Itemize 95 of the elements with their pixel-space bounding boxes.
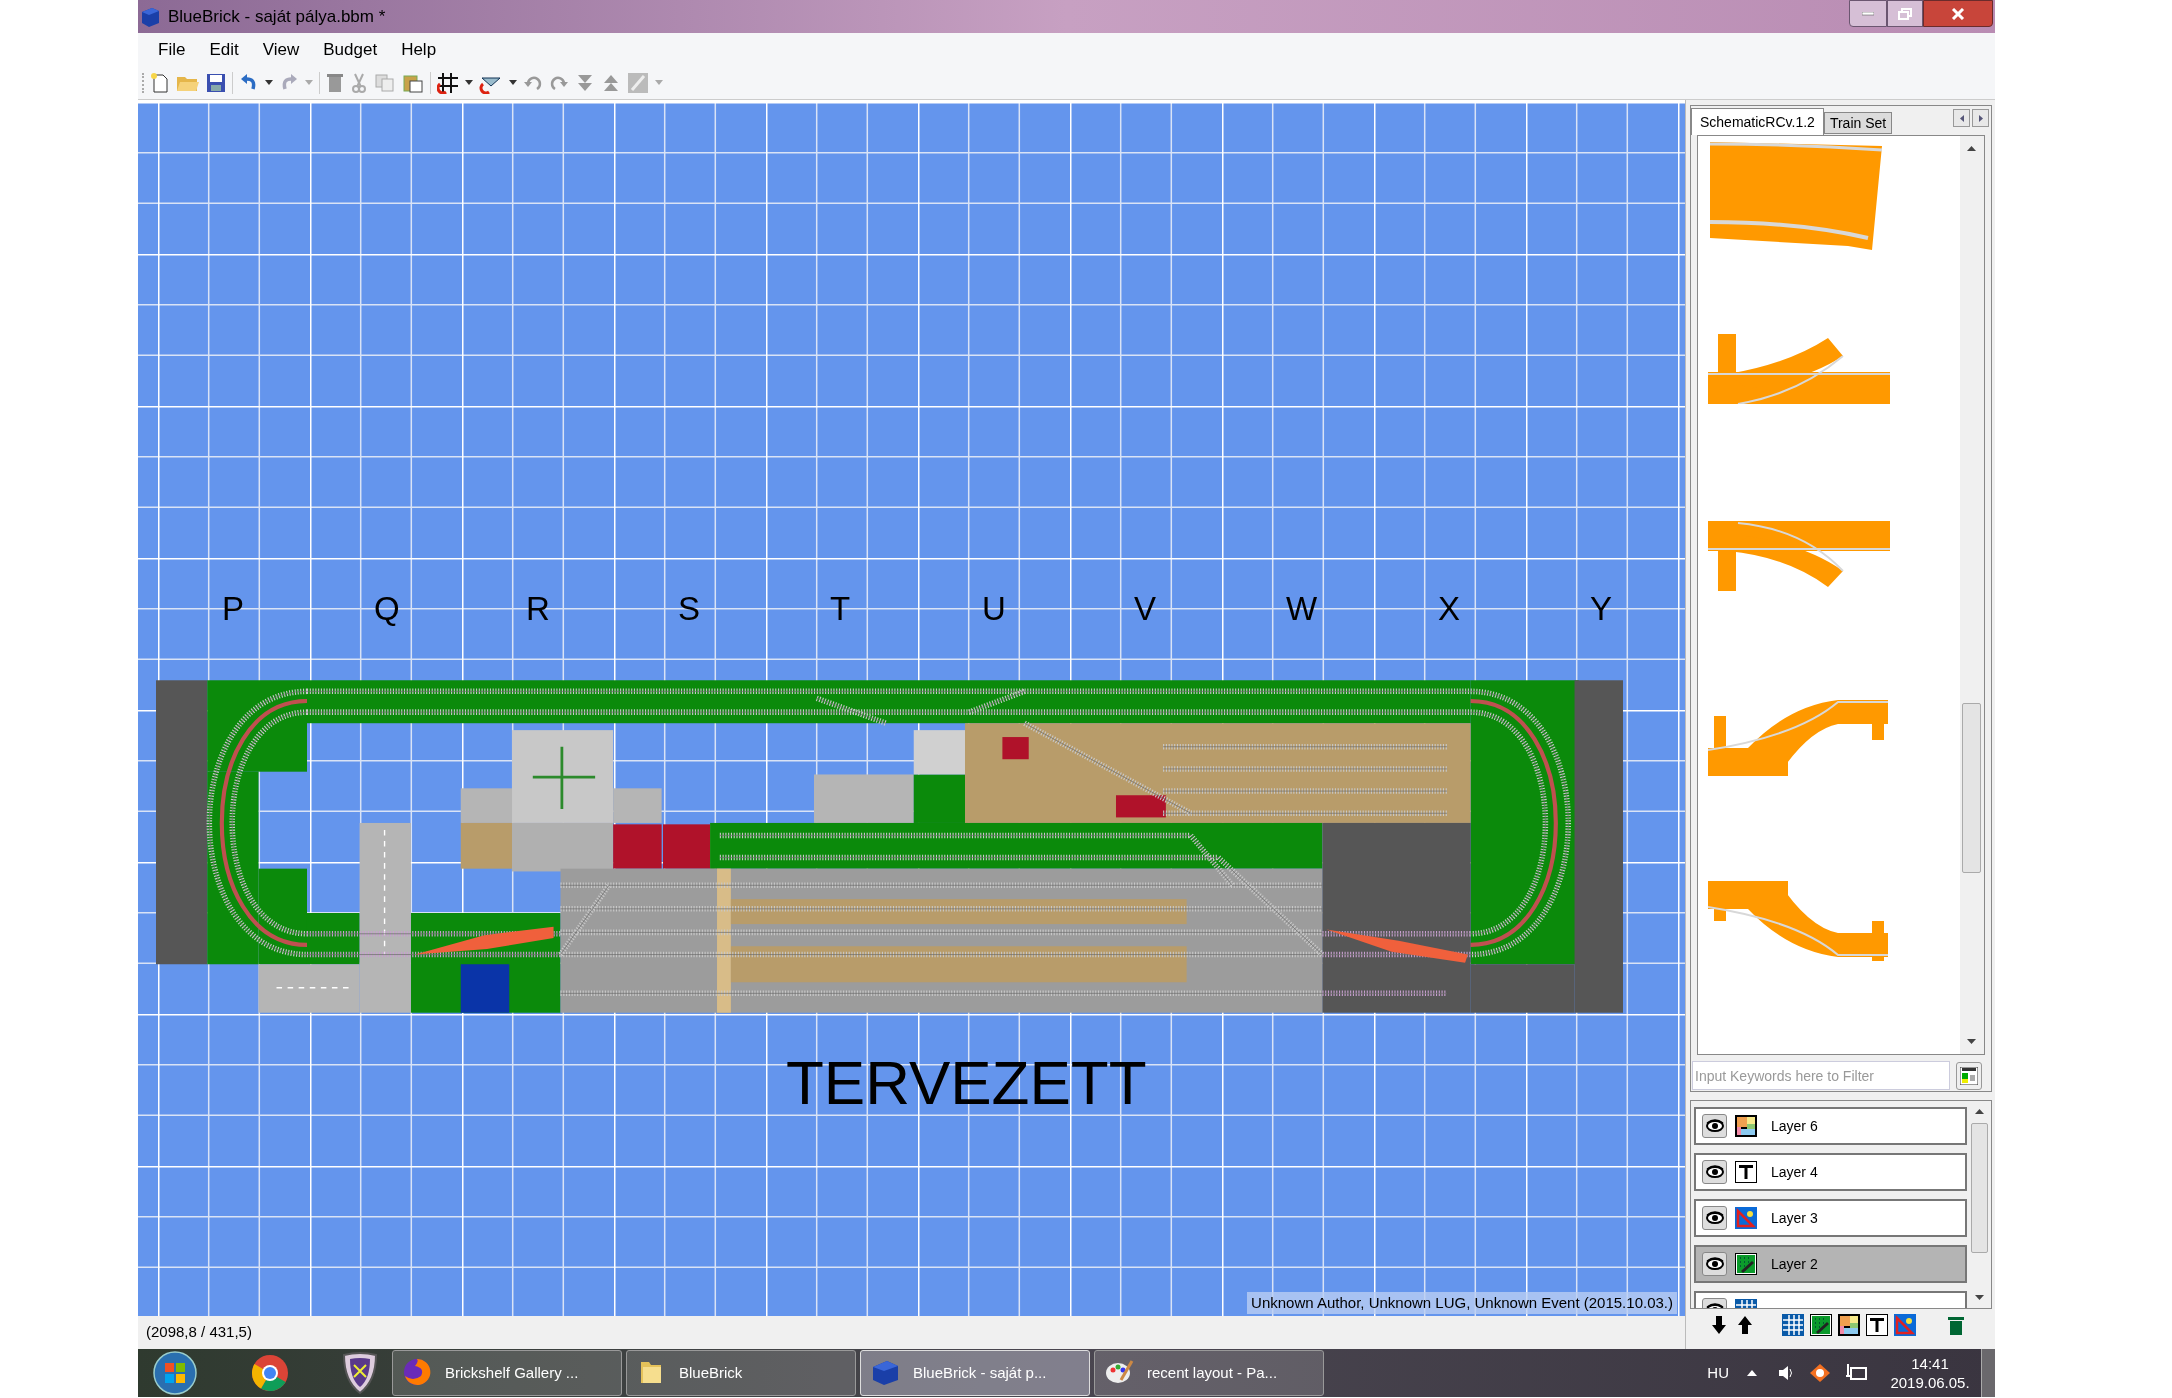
scroll-down-icon[interactable] (1975, 1295, 1984, 1300)
dropdown-arrow-icon[interactable] (509, 80, 517, 85)
eye-icon (1704, 1164, 1725, 1180)
filter-field[interactable]: Input Keywords here to Filter (1692, 1061, 1950, 1090)
column-label: T (830, 592, 851, 625)
layer-name: Layer 2 (1771, 1254, 1818, 1274)
layer-row[interactable]: Layer 4 (1694, 1153, 1967, 1191)
add-grid-layer-icon[interactable] (1782, 1314, 1804, 1336)
menu-item[interactable]: Edit (199, 36, 249, 63)
column-label: U (982, 592, 1006, 625)
tray-expand-icon[interactable] (1747, 1370, 1757, 1376)
taskbar-button[interactable]: recent layout - Pa... (1094, 1350, 1324, 1396)
scroll-down-icon[interactable] (1967, 1039, 1976, 1044)
start-button[interactable] (152, 1350, 198, 1396)
clock[interactable]: 14:41 2019.06.05. (1889, 1354, 1971, 1392)
taskbar-button[interactable]: BlueBrick (626, 1350, 856, 1396)
ruler-layer-icon (1735, 1207, 1757, 1229)
scrollbar-thumb[interactable] (1971, 1123, 1988, 1253)
layer-name: Layer 4 (1771, 1162, 1818, 1182)
eye-icon (1704, 1118, 1725, 1134)
column-label: V (1134, 592, 1156, 625)
scroll-up-icon[interactable] (1967, 146, 1976, 151)
cursor-coordinates: (2098,8 / 431,5) (146, 1322, 252, 1343)
window-title: BlueBrick - saját pálya.bbm * (168, 5, 386, 28)
part-thumbnail[interactable] (1708, 142, 1884, 250)
visibility-toggle[interactable] (1702, 1252, 1727, 1276)
visibility-toggle[interactable] (1702, 1206, 1727, 1230)
add-area-layer-icon[interactable] (1838, 1314, 1860, 1336)
minimize-icon (1862, 11, 1874, 16)
visibility-toggle[interactable] (1702, 1114, 1727, 1138)
trash-icon[interactable] (1948, 1315, 1964, 1335)
column-label: W (1286, 592, 1318, 625)
menu-item[interactable]: Help (391, 36, 447, 63)
column-label: Y (1590, 592, 1612, 625)
layer-row[interactable]: Layer 2 (1694, 1245, 1967, 1283)
close-button[interactable] (1923, 0, 1993, 27)
scroll-up-icon[interactable] (1975, 1109, 1984, 1114)
language-indicator[interactable]: HU (1707, 1361, 1729, 1385)
column-label: S (678, 592, 700, 625)
paste-icon[interactable] (402, 72, 424, 93)
layout-info: Unknown Author, Unknown LUG, Unknown Event (2015.10.03.) (1247, 1291, 1677, 1314)
menu-item[interactable]: File (148, 36, 196, 63)
add-brick-layer-icon[interactable] (1810, 1314, 1832, 1336)
grid-icon[interactable] (437, 71, 459, 94)
save-icon[interactable] (206, 72, 226, 93)
menu-item[interactable]: Budget (313, 36, 388, 63)
eye-icon (1704, 1256, 1725, 1272)
column-label: R (526, 592, 550, 625)
delete-icon[interactable] (326, 72, 344, 93)
column-label: P (222, 592, 244, 625)
brick-icon (871, 1358, 901, 1388)
column-label: Q (374, 592, 400, 625)
browser-icon[interactable] (250, 1353, 290, 1393)
scrollbar-thumb[interactable] (1962, 703, 1981, 873)
brick-layer-icon (1735, 1253, 1757, 1275)
move-layer-up-icon[interactable] (1738, 1316, 1752, 1334)
layer-name: Layer 3 (1771, 1208, 1818, 1228)
network-icon[interactable] (1845, 1363, 1867, 1383)
close-icon (1951, 7, 1965, 20)
antivirus-icon[interactable] (1809, 1363, 1831, 1383)
tab-scroll-right-button[interactable] (1972, 109, 1989, 127)
eye-icon (1704, 1210, 1725, 1226)
palette-icon (1960, 1066, 1978, 1085)
part-thumbnail[interactable] (1708, 521, 1890, 591)
visibility-toggle[interactable] (1702, 1160, 1727, 1184)
move-layer-down-icon[interactable] (1712, 1316, 1726, 1334)
taskbar-button[interactable]: BlueBrick - saját p... (860, 1350, 1090, 1396)
layer-row[interactable]: Layer 3 (1694, 1199, 1967, 1237)
right-arrow-icon (1978, 114, 1983, 122)
part-library-tab[interactable]: Train Set (1823, 112, 1893, 134)
left-arrow-icon (1959, 114, 1964, 122)
area-layer-icon (1735, 1115, 1757, 1137)
filter-button[interactable] (1956, 1061, 1982, 1090)
browser-icon (403, 1358, 433, 1388)
restore-icon (1898, 7, 1912, 20)
layer-name: Layer 6 (1771, 1116, 1818, 1136)
add-text-layer-icon[interactable] (1866, 1314, 1888, 1336)
app-icon (140, 5, 160, 28)
dropdown-arrow-icon[interactable] (265, 80, 273, 85)
tab-scroll-left-button[interactable] (1953, 109, 1970, 127)
new-file-icon[interactable] (150, 71, 170, 94)
part-thumbnail[interactable] (1708, 334, 1890, 404)
minimize-button[interactable] (1849, 0, 1887, 27)
part-library-tab[interactable]: SchematicRCv.1.2 (1691, 108, 1824, 135)
add-ruler-layer-icon[interactable] (1894, 1314, 1916, 1336)
scrollbar[interactable] (1960, 136, 1984, 1054)
menu-item[interactable]: View (252, 36, 310, 63)
layer-row[interactable]: Layer 6 (1694, 1107, 1967, 1145)
maximize-button[interactable] (1887, 0, 1923, 27)
shield-icon[interactable] (340, 1351, 380, 1395)
taskbar-button[interactable]: Brickshelf Gallery ... (392, 1350, 622, 1396)
speaker-icon[interactable] (1777, 1364, 1795, 1382)
column-label: X (1438, 592, 1460, 625)
text-layer-icon (1735, 1161, 1757, 1183)
dropdown-arrow-icon[interactable] (465, 80, 473, 85)
